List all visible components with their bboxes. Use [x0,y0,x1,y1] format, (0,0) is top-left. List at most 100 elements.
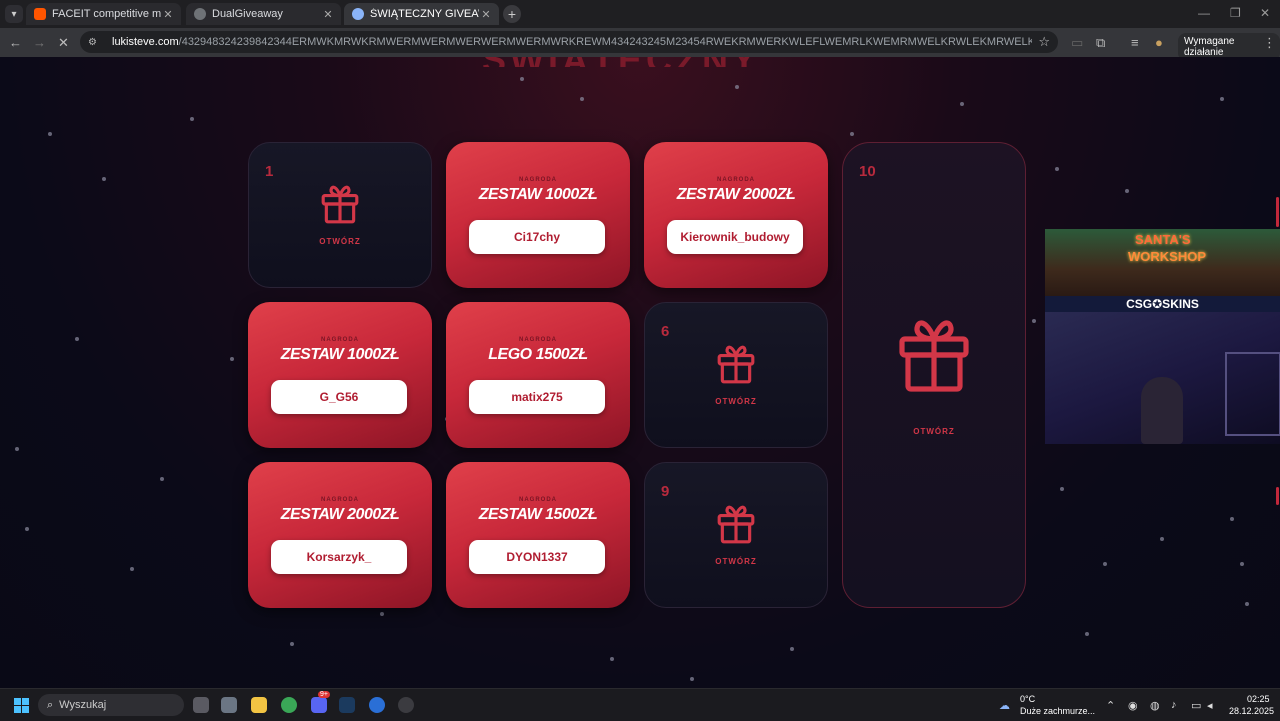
cast-icon[interactable]: ▭ [1071,35,1083,51]
url-host: lukisteve.com [112,36,179,48]
gift-card-10-grand[interactable]: 10 OTWÓRZ [842,142,1026,608]
snow-dot [790,647,794,651]
winner-name: G_G56 [271,380,407,414]
tab-giveaway-active[interactable]: ŚWIĄTECZNY GIVEAWAY ✕ [344,3,499,25]
clock-time[interactable]: 02:25 [1247,694,1270,704]
back-arrow-icon[interactable]: ← [9,35,22,50]
snow-dot [1220,97,1224,101]
site-info-icon[interactable]: ⚙ [88,37,102,48]
gift-icon [899,320,969,392]
snow-dot [15,447,19,451]
speaker-icon[interactable]: ◂ [1207,699,1213,712]
bookmark-star-icon[interactable]: ☆ [1038,34,1050,50]
prize-caption: NAGRODA [321,337,359,343]
open-label: OTWÓRZ [319,237,361,246]
santas-workshop-banner: SANTA'S WORKSHOP [1045,229,1280,296]
gift-card-4: NAGRODA ZESTAW 1000ZŁ G_G56 [248,302,432,448]
discord-tray-icon[interactable]: ◉ [1128,699,1138,712]
tab-dualgiveaway[interactable]: DualGiveaway ✕ [186,3,341,25]
snow-dot [610,657,614,661]
gift-card-1[interactable]: 1 OTWÓRZ [248,142,432,288]
gift-card-2: NAGRODA ZESTAW 1000ZŁ Ci17chy [446,142,630,288]
prize-caption: NAGRODA [321,497,359,503]
steam-tray-icon[interactable]: ◍ [1150,699,1160,712]
steam-icon[interactable] [339,697,355,713]
windows-taskbar: ⌕ Wyszukaj 9+ ☁ 0°C Duże zachmurze... ⌃ … [0,688,1280,721]
gift-icon [717,505,755,544]
tab-label: FACEIT competitive match - FACEIT [52,8,161,20]
prize-caption: NAGRODA [519,177,557,183]
close-tab-icon[interactable]: ✕ [321,8,335,21]
page-title: ŚWIĄTECZNY GIVEAWAY [482,57,797,67]
prize-caption: NAGRODA [519,337,557,343]
snow-dot [520,77,524,81]
clock-date[interactable]: 28.12.2025 [1229,706,1274,716]
snow-dot [850,132,854,136]
maximize-icon[interactable]: ❐ [1230,6,1241,20]
windows-start-icon[interactable] [14,698,29,713]
chrome-icon[interactable] [281,697,297,713]
weather-icon[interactable]: ☁ [999,699,1010,712]
close-tab-icon[interactable]: ✕ [479,8,493,21]
gift-card-6[interactable]: 6 OTWÓRZ [644,302,828,448]
snow-dot [160,477,164,481]
open-label: OTWÓRZ [715,557,757,566]
prize-name: ZESTAW 1000ZŁ [280,346,400,363]
weather-desc: Duże zachmurze... [1020,706,1096,716]
snow-dot [75,337,79,341]
snow-dot [1032,319,1036,323]
discord-badge: 9+ [318,691,330,698]
snow-dot [230,357,234,361]
browser-menu-icon[interactable]: ⋮ [1263,35,1276,51]
tab-search-dropdown-icon[interactable]: ▾ [5,5,23,23]
scroll-accent [1276,197,1279,227]
extensions-icon[interactable]: ⧉ [1096,35,1105,51]
microphone-icon[interactable]: ♪ [1171,699,1177,711]
battlenet-icon[interactable] [369,697,385,713]
snow-dot [1240,562,1244,566]
scroll-accent [1276,487,1279,505]
snow-dot [580,97,584,101]
gift-card-7: NAGRODA ZESTAW 2000ZŁ Korsarzyk_ [248,462,432,608]
media-icon[interactable]: ≡ [1131,35,1139,50]
open-label: OTWÓRZ [913,427,955,436]
card-number: 6 [661,323,670,340]
snow-dot [1060,487,1064,491]
chevron-up-icon[interactable]: ⌃ [1106,699,1115,712]
search-placeholder: Wyszukaj [59,699,107,711]
new-tab-button[interactable]: + [503,5,521,23]
snow-dot [130,567,134,571]
prize-caption: NAGRODA [519,497,557,503]
taskbar-search[interactable]: ⌕ Wyszukaj [38,694,184,716]
file-explorer-icon[interactable] [251,697,267,713]
prize-name: ZESTAW 2000ZŁ [280,506,400,523]
discord-icon[interactable]: 9+ [311,691,330,713]
forward-arrow-icon[interactable]: → [33,35,46,50]
url-text[interactable]: lukisteve.com/432948324239842344ERMWKMRW… [112,36,1032,48]
winner-name: matix275 [469,380,605,414]
snow-dot [102,177,106,181]
webcam-feed [1045,312,1280,444]
task-view-icon[interactable] [193,697,209,713]
profile-avatar-icon[interactable]: ● [1155,35,1163,50]
card-number: 9 [661,483,670,500]
tab-label: DualGiveaway [212,8,283,20]
app-icon[interactable] [398,697,414,713]
card-number: 10 [859,163,876,180]
gift-card-8: NAGRODA ZESTAW 1500ZŁ DYON1337 [446,462,630,608]
gift-icon [321,185,359,224]
close-tab-icon[interactable]: ✕ [161,8,175,21]
tab-faceit[interactable]: FACEIT competitive match - FACEIT ✕ [26,3,181,25]
gift-card-9[interactable]: 9 OTWÓRZ [644,462,828,608]
stop-loading-icon[interactable]: ✕ [58,35,69,51]
address-bar[interactable]: ⚙ lukisteve.com/432948324239842344ERMWKM… [80,31,1058,53]
display-icon[interactable]: ▭ [1191,699,1201,712]
snow-dot [25,527,29,531]
minimize-icon[interactable]: — [1198,6,1210,20]
streamer-silhouette [1141,377,1183,444]
widgets-app-icon[interactable] [221,697,237,713]
prize-caption: NAGRODA [717,177,755,183]
close-window-icon[interactable]: ✕ [1260,6,1270,20]
search-icon: ⌕ [47,698,54,711]
snow-dot [380,612,384,616]
